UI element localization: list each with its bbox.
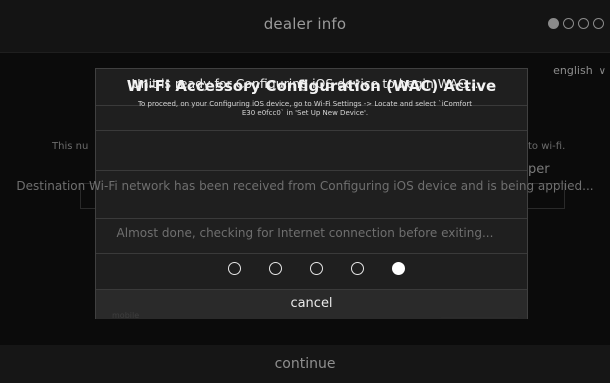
page-dot-4 [593,18,604,29]
progress-dot-1 [228,262,241,275]
top-bar: dealer info [0,0,610,53]
divider [96,170,527,171]
progress-dots [228,262,405,275]
page-dot-3 [578,18,589,29]
instructions-line-2: E30 e0fcc0` in 'Set Up New Device'. [241,109,369,117]
instructions-line-1: To proceed, on your Configuring iOS devi… [137,100,473,108]
background-text-right-2: per [528,162,550,177]
progress-dot-5 [392,262,405,275]
continue-button[interactable]: continue [0,345,610,383]
background-text-left: This nu [52,141,89,152]
background-text-bottom: mobile [112,311,140,320]
page-dot-1 [548,18,559,29]
page-indicator [548,18,604,29]
page-dot-2 [563,18,574,29]
progress-dot-2 [269,262,282,275]
cancel-label: cancel [290,296,333,311]
divider [96,130,527,131]
progress-dot-3 [310,262,323,275]
page-title: dealer info [263,15,347,33]
almost-done-status-text: Almost done, checking for Internet conne… [116,226,494,240]
divider [96,218,527,219]
background-input-bottom [441,313,518,318]
divider [96,253,527,254]
continue-label: continue [274,356,336,372]
progress-dot-4 [351,262,364,275]
background-text-right: to wi-fi. [528,141,566,152]
destination-status-text: Destination Wi-Fi network has been recei… [16,179,594,193]
ready-status-text: Unit is ready for Configuring iOS device… [131,76,479,91]
instructions-text: To proceed, on your Configuring iOS devi… [10,100,600,118]
